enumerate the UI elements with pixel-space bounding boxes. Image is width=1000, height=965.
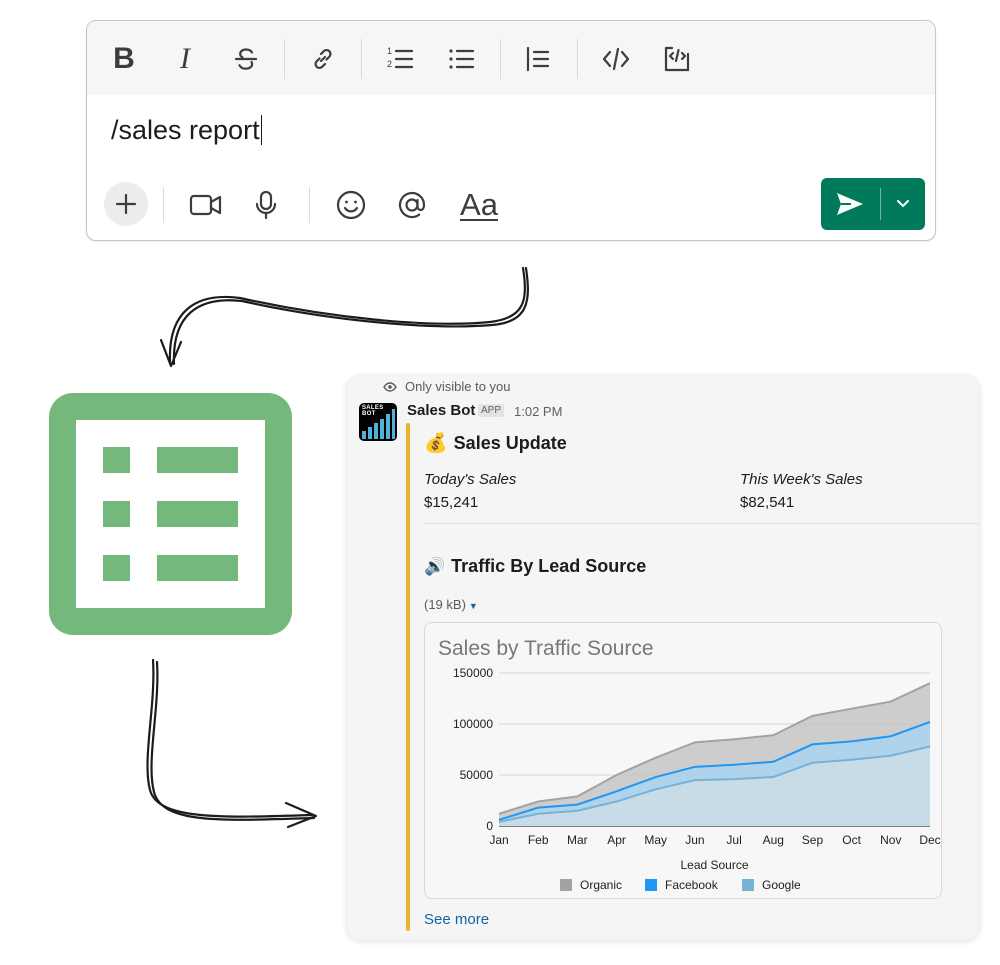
y-tick-label: 150000 xyxy=(453,666,493,680)
message-timestamp[interactable]: 1:02 PM xyxy=(514,404,562,419)
x-tick-label: Feb xyxy=(528,833,549,847)
visibility-note-text: Only visible to you xyxy=(405,379,511,394)
area-chart: 0 50000 100000 150000 Jan Feb Mar Apr May Jun Jul A… xyxy=(453,666,941,892)
x-tick-label: Jun xyxy=(685,833,704,847)
section-title: Traffic By Lead Source xyxy=(451,556,647,576)
section-heading-traffic: 🔊 Traffic By Lead Source xyxy=(424,556,646,577)
x-tick-label: Sep xyxy=(802,833,824,847)
app-badge: APP xyxy=(478,404,505,417)
section-divider xyxy=(424,523,979,524)
file-size-text: (19 kB) xyxy=(424,597,466,612)
x-tick-label: Aug xyxy=(763,833,784,847)
x-tick-label: Mar xyxy=(567,833,588,847)
caret-down-icon: ▼ xyxy=(468,601,478,611)
field-label-week: This Week's Sales xyxy=(740,471,863,488)
y-tick-label: 50000 xyxy=(460,768,494,782)
field-value-week: $82,541 xyxy=(740,494,795,511)
eye-icon xyxy=(383,381,397,392)
arrow-sheets-to-message xyxy=(146,658,318,829)
legend-label: Google xyxy=(762,878,801,892)
legend-swatch-google xyxy=(742,879,754,891)
y-tick-label: 100000 xyxy=(453,717,493,731)
legend-label: Organic xyxy=(580,878,622,892)
ephemeral-notice: Only visible to you xyxy=(383,379,511,394)
section-heading-sales-update: 💰 Sales Update xyxy=(424,431,567,455)
x-tick-label: Apr xyxy=(607,833,626,847)
spreadsheet-icon xyxy=(49,393,292,635)
bot-name[interactable]: Sales Bot xyxy=(407,402,475,419)
x-axis-title: Lead Source xyxy=(680,858,748,872)
bot-avatar[interactable]: SALES BOT xyxy=(359,403,397,441)
speaker-icon: 🔊 xyxy=(424,556,446,576)
legend-swatch-organic xyxy=(560,879,572,891)
file-size-toggle[interactable]: (19 kB) ▼ xyxy=(424,597,478,612)
field-label-today: Today's Sales xyxy=(424,471,517,488)
chart-image[interactable]: Sales by Traffic Source 0 50000 100000 1500… xyxy=(424,622,942,899)
see-more-link[interactable]: See more xyxy=(424,911,489,928)
attachment-accent-bar xyxy=(406,423,410,931)
x-tick-label: Nov xyxy=(880,833,901,847)
section-title: Sales Update xyxy=(453,432,567,453)
bar-chart-icon xyxy=(362,409,395,439)
legend-label: Facebook xyxy=(665,878,719,892)
x-tick-label: Jan xyxy=(489,833,508,847)
y-tick-label: 0 xyxy=(486,819,493,833)
x-tick-label: Jul xyxy=(726,833,741,847)
legend-swatch-facebook xyxy=(645,879,657,891)
x-tick-label: Dec xyxy=(919,833,940,847)
money-bag-icon: 💰 xyxy=(424,433,448,454)
x-tick-label: May xyxy=(644,833,667,847)
x-tick-label: Oct xyxy=(842,833,861,847)
arrow-composer-to-sheets xyxy=(159,266,529,368)
bot-message-card: Only visible to you SALES BOT Sales Bot A… xyxy=(347,376,979,940)
field-value-today: $15,241 xyxy=(424,494,479,511)
